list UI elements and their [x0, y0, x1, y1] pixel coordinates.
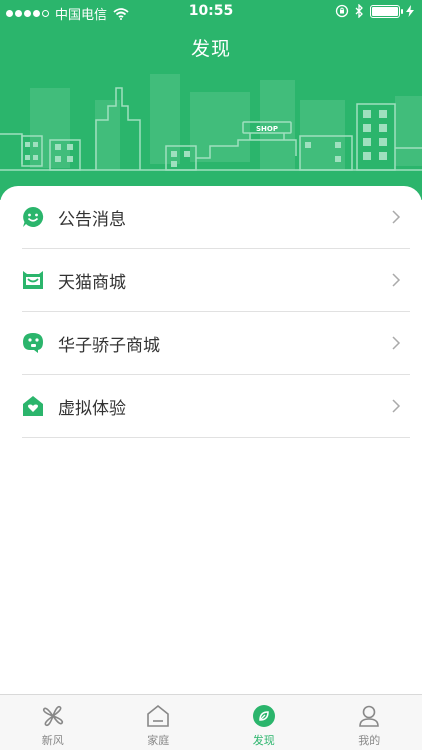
chevron-right-icon — [392, 273, 401, 287]
tab-label: 新风 — [41, 734, 64, 747]
tab-fresh-air[interactable]: 新风 — [0, 695, 106, 750]
menu-item-huazi-mall[interactable]: 华子骄子商城 — [22, 312, 410, 375]
status-bar: 中国电信 10:55 — [0, 0, 422, 24]
page-title: 发现 — [190, 38, 231, 60]
battery-icon — [370, 4, 403, 18]
chevron-right-icon — [392, 399, 401, 413]
fan-icon — [42, 705, 63, 727]
header-banner: 中国电信 10:55 发现 SHOP — [0, 0, 422, 200]
tmall-cat-icon — [22, 269, 44, 291]
menu-label: 天猫商城 — [58, 272, 126, 293]
tab-label: 发现 — [252, 734, 275, 747]
tab-label: 家庭 — [147, 734, 170, 747]
menu-item-virtual-experience[interactable]: 虚拟体验 — [22, 375, 410, 438]
menu-item-tmall[interactable]: 天猫商城 — [22, 249, 410, 312]
chat-smile-icon — [22, 206, 44, 228]
person-icon — [359, 705, 380, 727]
tab-bar: 新风 家庭 发现 我的 — [0, 694, 422, 750]
charging-bolt-icon — [406, 5, 414, 17]
mascot-icon — [22, 332, 44, 354]
house-heart-icon — [22, 395, 44, 417]
discover-panel: 公告消息 天猫商城 华子骄子商城 虚拟体验 — [0, 186, 422, 696]
home-icon — [147, 704, 170, 727]
discover-menu: 公告消息 天猫商城 华子骄子商城 虚拟体验 — [0, 186, 422, 438]
bluetooth-icon — [355, 4, 363, 18]
shop-sign-text: SHOP — [256, 125, 278, 133]
tab-profile[interactable]: 我的 — [317, 695, 422, 750]
status-right — [335, 4, 414, 18]
chevron-right-icon — [392, 336, 401, 350]
tab-home[interactable]: 家庭 — [106, 695, 212, 750]
city-skyline-illustration: SHOP — [0, 74, 422, 171]
menu-label: 华子骄子商城 — [58, 335, 160, 356]
menu-label: 虚拟体验 — [58, 398, 126, 419]
tab-discover[interactable]: 发现 — [211, 695, 317, 750]
orientation-lock-icon — [335, 4, 349, 18]
tab-label: 我的 — [358, 734, 381, 747]
compass-leaf-icon — [252, 705, 275, 727]
menu-label: 公告消息 — [58, 209, 126, 230]
chevron-right-icon — [392, 210, 401, 224]
menu-item-announcements[interactable]: 公告消息 — [22, 186, 410, 249]
